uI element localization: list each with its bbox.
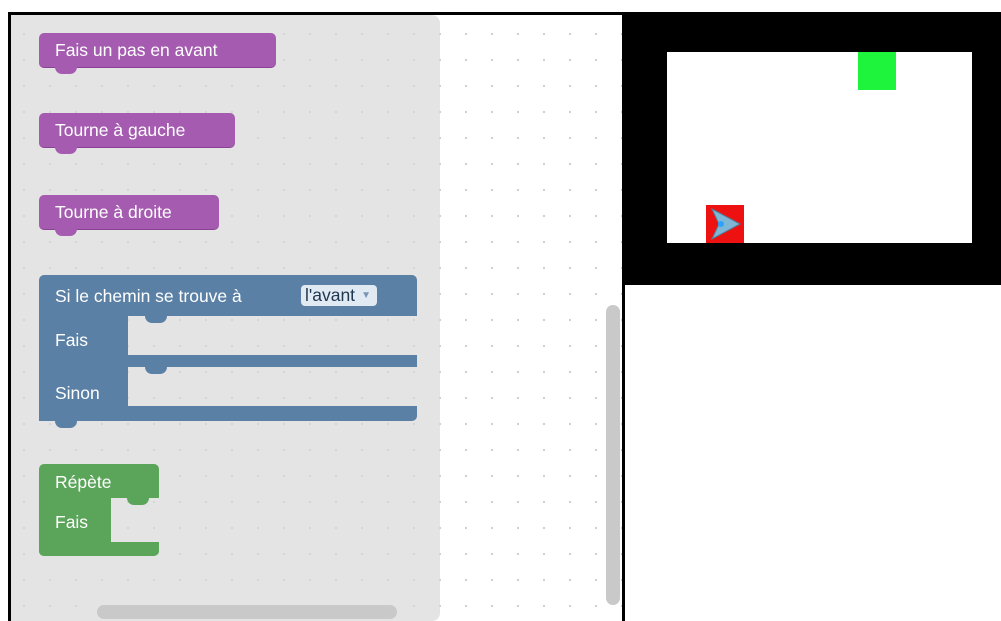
if-do-label: Fais: [55, 330, 89, 350]
dropdown-arrow-icon: ▼: [361, 290, 372, 301]
move-forward-label: Fais un pas en avant: [55, 40, 218, 60]
direction-dropdown[interactable]: l'avant ▼: [301, 285, 378, 306]
move-forward-block[interactable]: Fais un pas en avant: [39, 33, 276, 74]
workspace-vertical-scrollbar[interactable]: [606, 305, 620, 605]
maze-path-area: [667, 52, 972, 243]
repeat-label: Répète: [55, 472, 112, 492]
blockly-workspace[interactable]: Fais un pas en avant Tourne à gauche Tou…: [8, 12, 625, 621]
else-label: Sinon: [55, 383, 100, 403]
if-path-label: Si le chemin se trouve à: [55, 286, 242, 306]
turn-right-label: Tourne à droite: [55, 202, 172, 222]
turn-left-label: Tourne à gauche: [55, 120, 186, 140]
goal-marker: [858, 52, 896, 90]
repeat-do-label: Fais: [55, 512, 89, 532]
if-path-else-block[interactable]: Si le chemin se trouve à l'avant ▼ Fais …: [39, 275, 417, 428]
flyout-horizontal-scrollbar[interactable]: [97, 605, 397, 619]
turn-left-block[interactable]: Tourne à gauche: [39, 113, 235, 154]
repeat-block[interactable]: Répète Fais: [39, 464, 159, 556]
block-toolbox-flyout: Fais un pas en avant Tourne à gauche Tou…: [11, 15, 440, 621]
turn-right-block[interactable]: Tourne à droite: [39, 195, 219, 236]
maze-stage: [625, 12, 1001, 285]
direction-value: l'avant: [305, 285, 356, 305]
player-arrow-icon: [706, 205, 744, 243]
